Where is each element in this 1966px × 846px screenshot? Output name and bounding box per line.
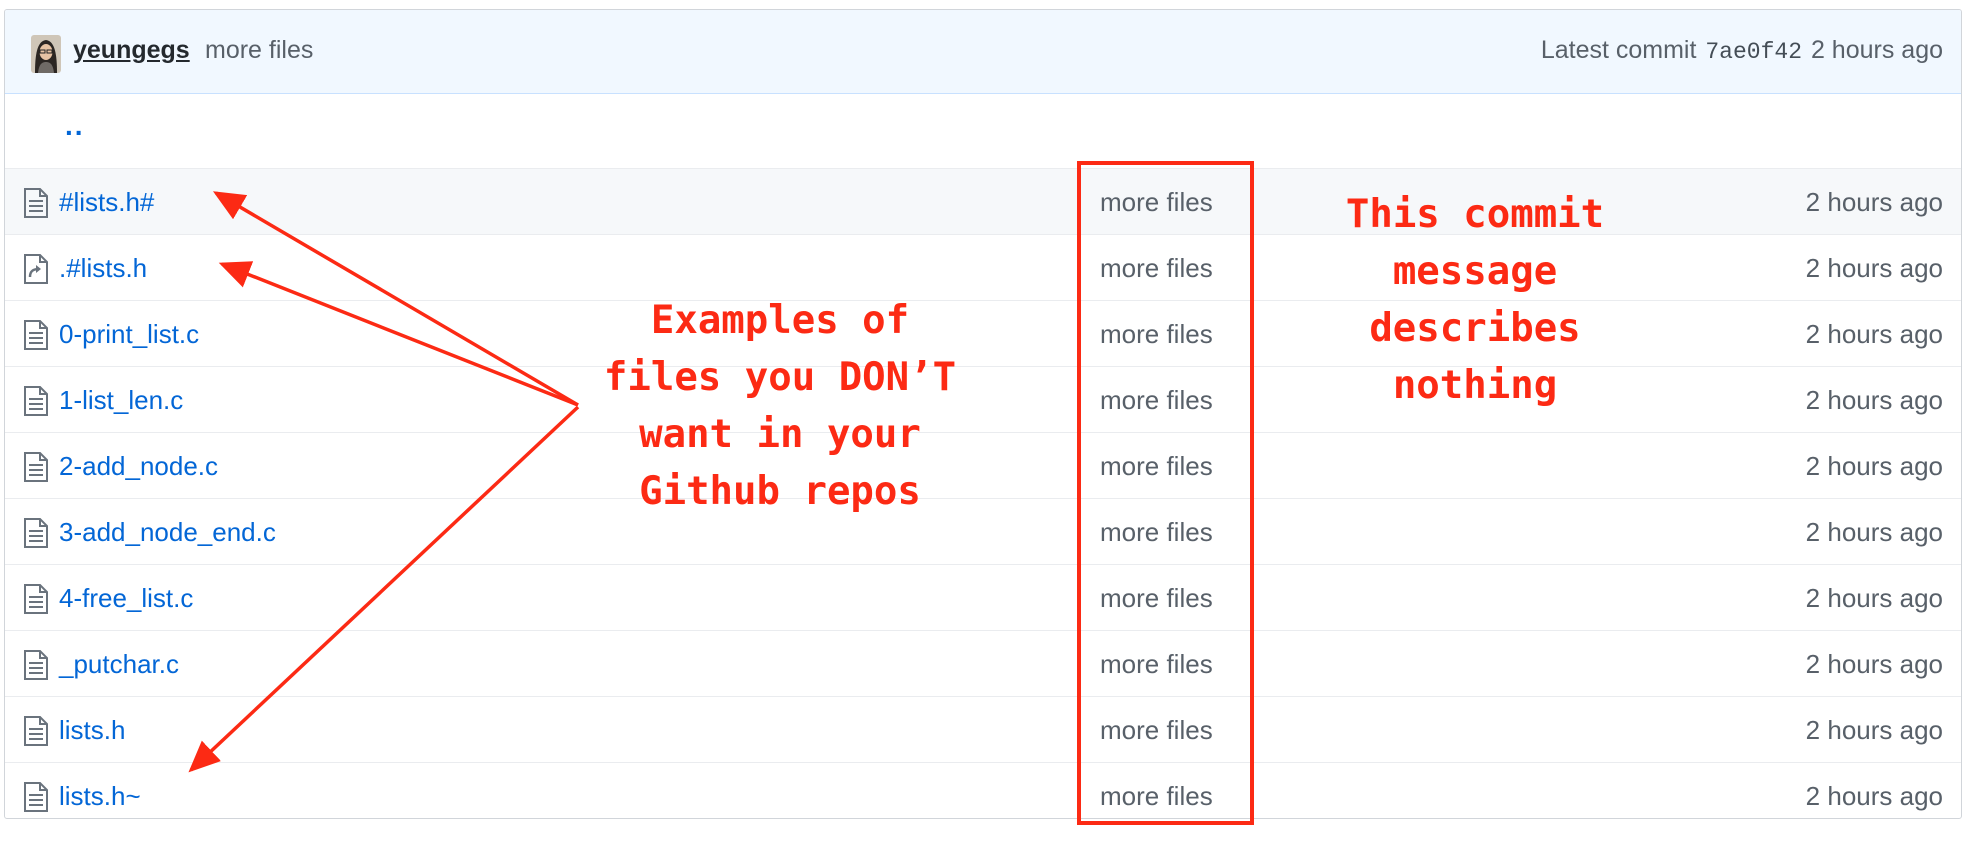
file-name-link[interactable]: 3-add_node_end.c [59,517,276,548]
file-text-icon [23,385,49,417]
file-name-link[interactable]: 1-list_len.c [59,385,183,416]
file-row[interactable]: 1-list_len.c more files 2 hours ago [5,366,1961,432]
file-row[interactable]: lists.h more files 2 hours ago [5,696,1961,762]
file-commit-age: 2 hours ago [1805,187,1943,217]
annotation-line: Examples of [650,298,910,343]
file-text-icon [23,781,49,813]
annotation-line: message [1392,249,1558,294]
file-commit-message-link[interactable]: more files [1100,253,1213,284]
annotation-line: files you DON’T [603,355,957,400]
annotation-line: nothing [1392,363,1558,408]
annotation-line: This commit [1345,192,1605,237]
commit-sha-link[interactable]: 7ae0f42 [1705,39,1802,65]
parent-directory-link[interactable]: .. [65,110,85,142]
latest-commit-info: Latest commit 7ae0f42 2 hours ago [1541,36,1943,65]
file-row[interactable]: 0-print_list.c more files 2 hours ago [5,300,1961,366]
file-commit-message-link[interactable]: more files [1100,517,1213,548]
file-row[interactable]: lists.h~ more files 2 hours ago [5,762,1961,818]
file-row[interactable]: #lists.h# more files 2 hours ago [5,168,1961,234]
commit-author-link[interactable]: yeungegs [73,36,190,65]
annotation-line: describes [1369,306,1581,351]
file-commit-message-link[interactable]: more files [1100,715,1213,746]
file-name-link[interactable]: #lists.h# [59,187,154,218]
annotation-line: Github repos [639,469,921,514]
file-name-link[interactable]: 2-add_node.c [59,451,218,482]
file-text-icon [23,451,49,483]
file-commit-age: 2 hours ago [1805,583,1943,613]
file-name-link[interactable]: lists.h~ [59,781,141,812]
file-symlink-icon [23,253,49,285]
file-commit-age: 2 hours ago [1805,517,1943,547]
commit-age: 2 hours ago [1810,36,1943,64]
file-commit-message-link[interactable]: more files [1100,649,1213,680]
file-commit-message-link[interactable]: more files [1100,781,1213,812]
commit-message-link[interactable]: more files [205,36,313,65]
file-browser: yeungegs more files Latest commit 7ae0f4… [4,9,1962,819]
file-name-link[interactable]: .#lists.h [59,253,147,284]
file-row[interactable]: 4-free_list.c more files 2 hours ago [5,564,1961,630]
file-commit-age: 2 hours ago [1805,715,1943,745]
file-commit-age: 2 hours ago [1805,385,1943,415]
latest-commit-label: Latest commit [1540,36,1697,64]
commit-message-annotation: This commit message describes nothing [1305,186,1645,414]
file-row[interactable]: .#lists.h more files 2 hours ago [5,234,1961,300]
file-commit-age: 2 hours ago [1805,451,1943,481]
file-commit-message-link[interactable]: more files [1100,319,1213,350]
file-text-icon [23,319,49,351]
unwanted-files-annotation: Examples of files you DON’T want in your Gi… [580,292,980,520]
file-row[interactable]: 2-add_node.c more files 2 hours ago [5,432,1961,498]
file-text-icon [23,517,49,549]
file-text-icon [23,649,49,681]
file-commit-message-link[interactable]: more files [1100,583,1213,614]
file-commit-message-link[interactable]: more files [1100,451,1213,482]
file-commit-age: 2 hours ago [1805,649,1943,679]
file-text-icon [23,715,49,747]
file-text-icon [23,583,49,615]
file-row[interactable]: 3-add_node_end.c more files 2 hours ago [5,498,1961,564]
file-text-icon [23,187,49,219]
file-row[interactable]: _putchar.c more files 2 hours ago [5,630,1961,696]
file-commit-age: 2 hours ago [1805,319,1943,349]
file-commit-age: 2 hours ago [1805,253,1943,283]
latest-commit-bar: yeungegs more files Latest commit 7ae0f4… [5,10,1961,94]
annotation-line: want in your [639,412,921,457]
file-name-link[interactable]: _putchar.c [59,649,179,680]
file-name-link[interactable]: lists.h [59,715,125,746]
file-commit-age: 2 hours ago [1805,781,1943,811]
file-name-link[interactable]: 4-free_list.c [59,583,193,614]
author-avatar[interactable] [31,35,61,73]
file-name-link[interactable]: 0-print_list.c [59,319,199,350]
parent-directory-row[interactable]: .. [5,94,1961,168]
file-commit-message-link[interactable]: more files [1100,385,1213,416]
file-commit-message-link[interactable]: more files [1100,187,1213,218]
